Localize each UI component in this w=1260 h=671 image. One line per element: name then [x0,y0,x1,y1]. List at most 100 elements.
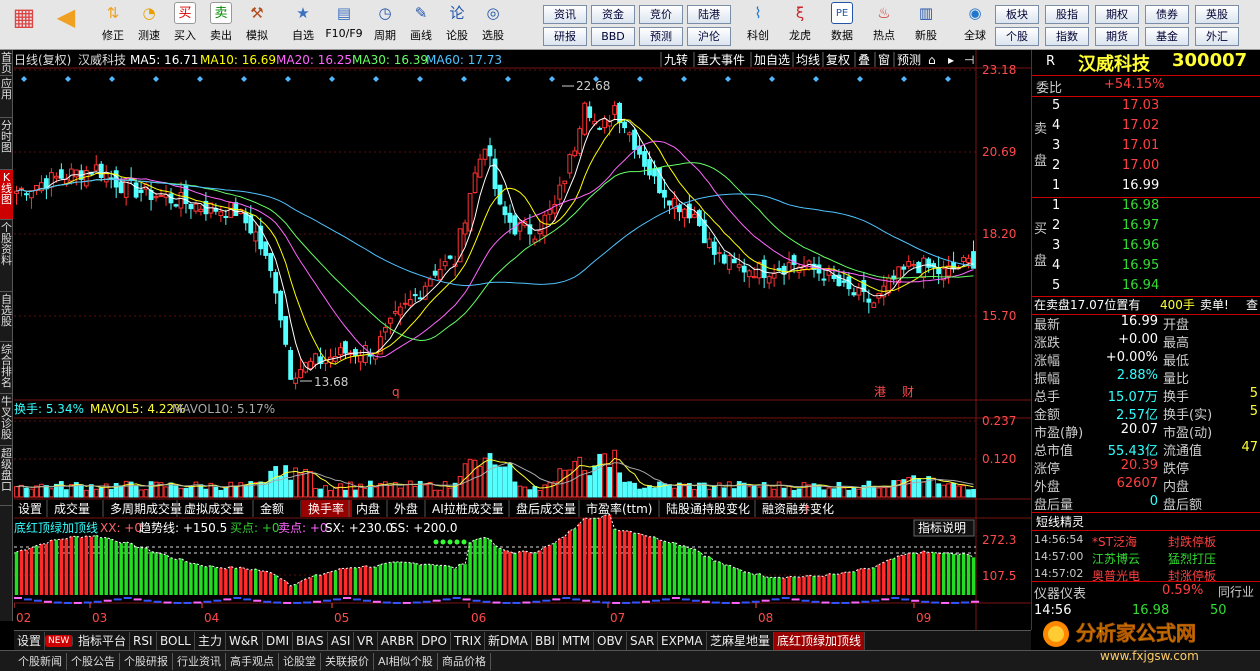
left-tab-4[interactable]: 个股资料 [0,220,13,292]
status-tab-1[interactable]: 个股公告 [67,653,120,670]
chart-menu-item-5[interactable]: 叠 [858,53,870,67]
status-tab-4[interactable]: 高手观点 [226,653,279,670]
vol-tab-10[interactable]: 市盈率(ttm) [586,501,652,516]
event-label-2[interactable]: 财 [902,385,914,399]
news-stock[interactable]: 江苏博云 [1092,550,1140,567]
left-tab-7[interactable]: 牛叉诊股 [0,394,13,446]
left-tab-8[interactable]: 超级盘口 [0,446,13,506]
left-tab-2[interactable]: 分时图 [0,118,13,170]
toolbar-dragon-button[interactable]: ξ 龙虎 [780,2,820,48]
status-tab-5[interactable]: 论股堂 [279,653,321,670]
bid-price[interactable]: 16.96 [1122,238,1159,253]
toolbar-buy-button[interactable]: 买买入 [168,2,202,48]
vol-tab-9[interactable]: 盘后成交量 [516,501,576,516]
grid-button-left[interactable]: 资讯 [543,5,587,24]
left-tab-5[interactable]: 自选股 [0,292,13,342]
chart-pin-icon[interactable]: ⊣ [964,53,974,67]
vol-tab-5[interactable]: 换手率 [308,501,344,516]
vol-tab-2[interactable]: 多周期成交量 [110,501,182,516]
indicator-tab-18[interactable]: SAR [627,632,659,650]
toolbar-arrow-updown-button[interactable]: ⇅ 修正 [96,2,130,48]
vol-tab-7[interactable]: 外盘 [394,501,418,516]
toolbar-sell-button[interactable]: 卖卖出 [204,2,238,48]
left-tab-0[interactable]: 首页 [0,50,13,76]
grid-button-left[interactable]: 资金 [591,5,635,24]
left-tab-6[interactable]: 综合排名 [0,342,13,394]
grid-button-right[interactable]: 个股 [995,27,1039,46]
left-tab-3[interactable]: K线图 [0,170,13,220]
toolbar-cycle-button[interactable]: ◷ 周期 [368,2,402,48]
toolbar-hot-button[interactable]: ♨ 热点 [864,2,904,48]
news-stock[interactable]: *ST泛海 [1092,533,1137,550]
grid-button-left[interactable]: 陆港 [687,5,731,24]
toolbar-chat-button[interactable]: 论论股 [440,2,474,48]
vol-tab-1[interactable]: 成交量 [54,501,90,516]
toolbar-globe-button[interactable]: ◉ 全球 [952,2,998,48]
grid-button-right[interactable]: 期货 [1095,27,1139,46]
indicator-tab-5[interactable]: 主力 [195,632,227,650]
toolbar-star-button[interactable]: ★ 自选 [286,2,320,48]
grid-button-right[interactable]: 外汇 [1195,27,1239,46]
toolbar-hammer-button[interactable]: ⚒ 模拟 [240,2,274,48]
ask-price[interactable]: 17.03 [1122,98,1159,113]
chart-menu-item-6[interactable]: 窗 [878,53,890,67]
chart-menu-item-1[interactable]: 重大事件 [697,53,745,67]
news-title[interactable]: 短线精灵 [1036,513,1084,530]
vol-tab-0[interactable]: 设置 [18,502,42,516]
toolbar-chart-button[interactable]: ⌇ 科创 [738,2,778,48]
grid-button-right[interactable]: 指数 [1045,27,1089,46]
indicator-tab-12[interactable]: DPO [418,632,451,650]
vol-tab-6[interactable]: 内盘 [356,501,380,516]
grid-button-right[interactable]: 基金 [1145,27,1189,46]
toolbar-select-button[interactable]: ◎ 选股 [476,2,510,48]
toolbar-back-arrow-button[interactable]: ◀ [46,2,86,48]
indicator-tab-1[interactable]: NEW [45,635,74,647]
indicator-tab-2[interactable]: 指标平台 [75,632,131,650]
indicator-tab-20[interactable]: 芝麻星地量 [707,632,775,650]
indicator-tab-21[interactable]: 底红顶绿加顶线 [774,632,866,650]
vol-tab-8[interactable]: AI拉桩成交量 [432,501,504,516]
indicator-tab-0[interactable]: 设置 [14,632,46,650]
vol-tab-3[interactable]: 虚拟成交量 [184,501,244,516]
event-label-0[interactable]: q [392,385,400,399]
status-tab-6[interactable]: 关联报价 [321,653,374,670]
ask-price[interactable]: 16.99 [1122,178,1159,193]
ask-price[interactable]: 17.02 [1122,118,1159,133]
indicator-tab-7[interactable]: DMI [263,632,294,650]
indicator-tab-17[interactable]: OBV [594,632,627,650]
chart-period-label[interactable]: 日线(复权) [14,53,71,67]
indicator-tab-10[interactable]: VR [354,632,378,650]
vol-tab-11[interactable]: 陆股通持股变化 [666,501,750,516]
bid-price[interactable]: 16.94 [1122,278,1159,293]
toolbar-doc-button[interactable]: ▤ F10/F9 [322,2,366,48]
event-label-1[interactable]: 港 [874,385,886,399]
bid-price[interactable]: 16.97 [1122,218,1159,233]
grid-button-right[interactable]: 期权 [1095,5,1139,24]
status-tab-0[interactable]: 个股新闻 [14,653,67,670]
grid-button-right[interactable]: 债券 [1145,5,1189,24]
status-tab-2[interactable]: 个股研报 [120,653,173,670]
chart-menu-item-7[interactable]: 预测 [897,53,921,67]
left-tab-1[interactable]: 应用 [0,76,13,118]
indicator-tab-4[interactable]: BOLL [157,632,195,650]
grid-button-right[interactable]: 英股 [1195,5,1239,24]
grid-button-left[interactable]: 预测 [639,27,683,46]
chart-menu-item-2[interactable]: 加自选 [754,53,790,67]
indicator-tab-6[interactable]: W&R [226,632,263,650]
indicator-tab-14[interactable]: 新DMA [485,632,532,650]
status-tab-7[interactable]: AI相似个股 [374,653,438,670]
indicator-tab-15[interactable]: BBI [532,632,560,650]
chart-menu-item-0[interactable]: 九转 [664,52,688,67]
vol-tab-12[interactable]: 融资融券变化 [762,501,834,516]
indicator-tab-19[interactable]: EXPMA [658,632,707,650]
chart-menu-arrow-icon[interactable]: ▸ [948,53,954,67]
sector-label[interactable]: 仪器仪表 [1034,583,1086,602]
order-query-button[interactable]: 查 [1246,296,1258,313]
chart-menu-item-3[interactable]: 均线 [796,53,820,67]
chart-close-icon[interactable]: ⌂ [928,53,936,67]
grid-button-left[interactable]: 研报 [543,27,587,46]
kline-chart[interactable]: 23.18 20.69 18.20 15.70 日线(复权) 汉威科技 MA5: 16.71… [14,50,1031,630]
grid-button-left[interactable]: 竞价 [639,5,683,24]
toolbar-grid-button[interactable]: ▦ [4,2,44,48]
status-tab-8[interactable]: 商品价格 [438,653,491,670]
